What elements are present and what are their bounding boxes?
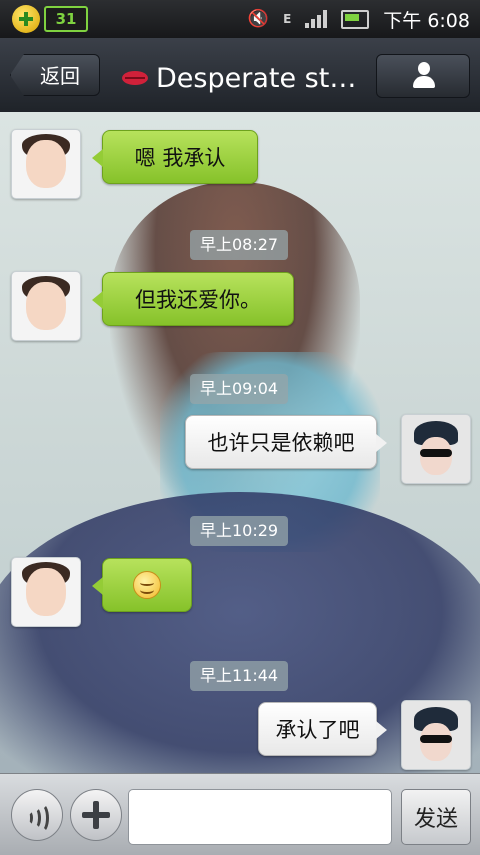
status-right: 🔇 E 下午 6:08 (248, 0, 470, 38)
battery-icon (341, 9, 370, 29)
status-time: 下午 6:08 (383, 9, 470, 32)
voice-icon (26, 803, 49, 833)
network-type: E (283, 12, 292, 26)
lips-icon (122, 71, 148, 85)
chat-area[interactable]: 嗯 我承认 早上08:27 但我还爱你。 早上09:04 也许只是依赖吧 早上1… (0, 112, 480, 773)
voice-button[interactable] (11, 789, 63, 841)
avatar-self[interactable] (401, 414, 471, 484)
person-icon (413, 62, 435, 90)
timestamp: 早上09:04 (190, 374, 289, 404)
mute-icon: 🔇 (247, 9, 270, 29)
timestamp: 早上11:44 (190, 661, 289, 691)
avatar-self[interactable] (401, 700, 471, 770)
message-bubble-received[interactable]: 嗯 我承认 (92, 130, 258, 184)
message-bubble-sent[interactable]: 承认了吧 (258, 702, 387, 756)
avatar-other[interactable] (11, 557, 81, 627)
input-bar: 发送 (0, 773, 480, 855)
status-bar: 31 🔇 E 下午 6:08 (0, 0, 480, 38)
app-badge: 31 (44, 6, 88, 32)
attach-button[interactable] (70, 789, 122, 841)
timestamp: 早上10:29 (190, 516, 289, 546)
chat-title-text: Desperate str... (156, 62, 362, 94)
avatar-other[interactable] (11, 271, 81, 341)
message-bubble-received[interactable] (92, 558, 192, 612)
chat-title: Desperate str... (122, 58, 362, 98)
smile-icon (133, 571, 161, 599)
status-left: 31 (12, 5, 88, 33)
title-bar: 返回 Desperate str... (0, 38, 480, 113)
message-bubble-sent[interactable]: 也许只是依赖吧 (185, 415, 387, 469)
app-plus-icon (12, 5, 40, 33)
plus-icon (82, 801, 110, 829)
signal-icon (305, 10, 328, 28)
profile-button[interactable] (376, 54, 470, 98)
message-bubble-received[interactable]: 但我还爱你。 (92, 272, 294, 326)
avatar-other[interactable] (11, 129, 81, 199)
back-button[interactable]: 返回 (10, 54, 100, 96)
timestamp: 早上08:27 (190, 230, 289, 260)
send-button[interactable]: 发送 (401, 789, 471, 845)
message-input[interactable] (128, 789, 392, 845)
